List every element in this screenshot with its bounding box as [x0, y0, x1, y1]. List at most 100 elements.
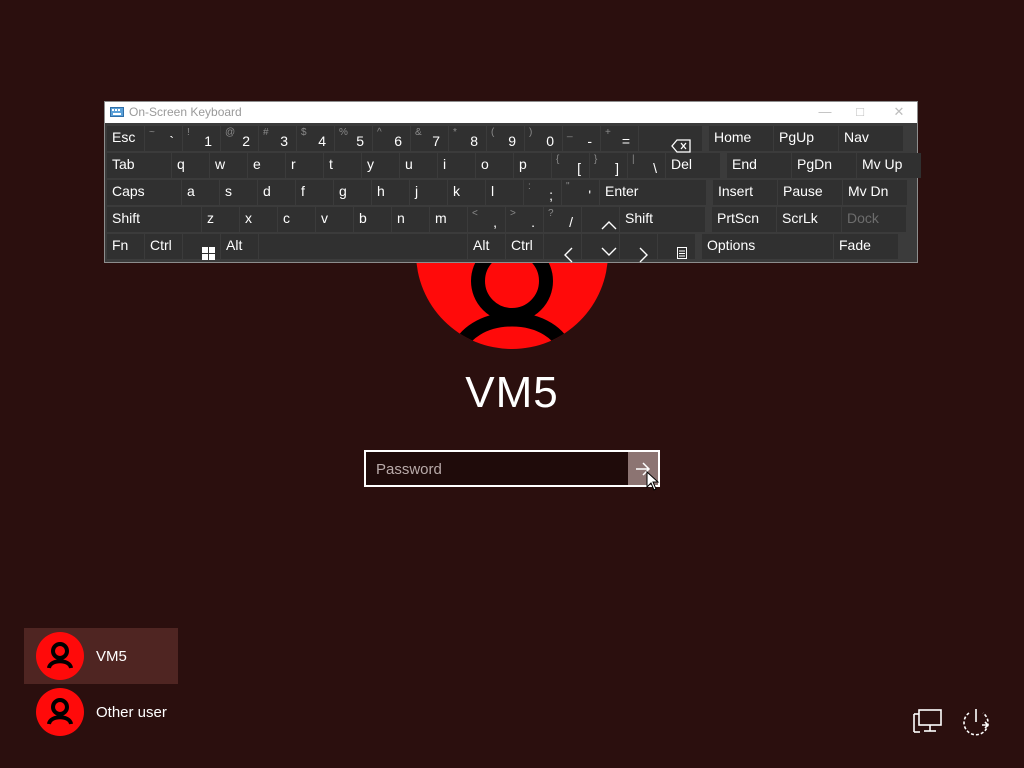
- key-6[interactable]: ^ 6: [373, 126, 410, 151]
- key-m[interactable]: m: [430, 207, 467, 232]
- user-list-item-other-user[interactable]: Other user: [24, 684, 178, 740]
- key-z[interactable]: z: [202, 207, 239, 232]
- key-caps[interactable]: Caps: [107, 180, 181, 205]
- key-k[interactable]: k: [448, 180, 485, 205]
- key-win[interactable]: [183, 234, 220, 260]
- key-v[interactable]: v: [316, 207, 353, 232]
- key-7[interactable]: & 7: [411, 126, 448, 151]
- key-fn[interactable]: Fn: [107, 234, 144, 259]
- key-f[interactable]: f: [296, 180, 333, 205]
- key-label: Ctrl: [150, 237, 172, 253]
- key-shift-label: ^: [377, 127, 382, 138]
- key-home[interactable]: Home: [709, 126, 773, 151]
- key-l[interactable]: l: [486, 180, 523, 205]
- osk-title-bar[interactable]: On-Screen Keyboard — □ ✕: [105, 102, 917, 123]
- key-lctrl[interactable]: Ctrl: [145, 234, 182, 259]
- key-g[interactable]: g: [334, 180, 371, 205]
- key-end[interactable]: End: [727, 153, 791, 178]
- key-scrlk[interactable]: ScrLk: [777, 207, 841, 232]
- key-shift-label: >: [510, 208, 516, 219]
- key-pgup[interactable]: PgUp: [774, 126, 838, 151]
- key-up[interactable]: [582, 207, 619, 232]
- network-icon[interactable]: [912, 706, 944, 738]
- key-nav[interactable]: Nav: [839, 126, 903, 151]
- key-3[interactable]: #3: [259, 126, 296, 151]
- minimize-button[interactable]: —: [814, 103, 836, 121]
- key-a[interactable]: a: [182, 180, 219, 205]
- key-8[interactable]: * 8: [449, 126, 486, 151]
- key-comma[interactable]: <,: [468, 207, 505, 232]
- key-pgdn[interactable]: PgDn: [792, 153, 856, 178]
- key-4[interactable]: $4: [297, 126, 334, 151]
- key-w[interactable]: w: [210, 153, 247, 178]
- key-q[interactable]: q: [172, 153, 209, 178]
- key-n[interactable]: n: [392, 207, 429, 232]
- key-shift-label: +: [605, 127, 611, 138]
- key-9[interactable]: (9: [487, 126, 524, 151]
- key-r[interactable]: r: [286, 153, 323, 178]
- key-slash[interactable]: ? /: [544, 207, 581, 232]
- key-mvdn[interactable]: Mv Dn: [843, 180, 907, 205]
- key-0[interactable]: ) 0: [525, 126, 562, 151]
- key-o[interactable]: o: [476, 153, 513, 178]
- key-label: w: [215, 156, 226, 172]
- key-semicolon[interactable]: :;: [524, 180, 561, 205]
- key-u[interactable]: u: [400, 153, 437, 178]
- key-label: 6: [394, 133, 402, 149]
- power-icon[interactable]: [960, 706, 992, 738]
- key-i[interactable]: i: [438, 153, 475, 178]
- key-options[interactable]: Options: [702, 234, 833, 259]
- key-p[interactable]: p: [514, 153, 551, 178]
- key-label: v: [321, 210, 328, 226]
- key-lalt[interactable]: Alt: [221, 234, 258, 259]
- key-tilde[interactable]: ~ `: [145, 126, 182, 151]
- password-input[interactable]: [374, 452, 628, 487]
- close-button[interactable]: ✕: [888, 103, 910, 121]
- key-s[interactable]: s: [220, 180, 257, 205]
- key-rbracket[interactable]: }]: [590, 153, 627, 178]
- key-ralt[interactable]: Alt: [468, 234, 505, 259]
- user-icon: [47, 642, 73, 669]
- key-1[interactable]: ! 1: [183, 126, 220, 151]
- key-y[interactable]: y: [362, 153, 399, 178]
- key-lbracket[interactable]: {[: [552, 153, 589, 178]
- key-insert[interactable]: Insert: [713, 180, 777, 205]
- key-backspace[interactable]: [639, 126, 702, 153]
- key-label: 8: [470, 133, 478, 149]
- key-x[interactable]: x: [240, 207, 277, 232]
- key-right[interactable]: [620, 234, 657, 262]
- user-list-item-vm5[interactable]: VM5: [24, 628, 178, 684]
- key-period[interactable]: >.: [506, 207, 543, 232]
- key-2[interactable]: @2: [221, 126, 258, 151]
- key-e[interactable]: e: [248, 153, 285, 178]
- key-space[interactable]: [259, 234, 467, 259]
- key-rctrl[interactable]: Ctrl: [506, 234, 543, 259]
- key-fade[interactable]: Fade: [834, 234, 898, 259]
- key-pause[interactable]: Pause: [778, 180, 842, 205]
- key-prtscn[interactable]: PrtScn: [712, 207, 776, 232]
- key-c[interactable]: c: [278, 207, 315, 232]
- key-mvup[interactable]: Mv Up: [857, 153, 921, 178]
- key-t[interactable]: t: [324, 153, 361, 178]
- key-5[interactable]: % 5: [335, 126, 372, 151]
- key-rshift[interactable]: Shift: [620, 207, 705, 232]
- key-b[interactable]: b: [354, 207, 391, 232]
- key-enter[interactable]: Enter: [600, 180, 706, 205]
- key-label: ,: [493, 214, 497, 230]
- maximize-button[interactable]: □: [849, 103, 871, 121]
- key-lshift[interactable]: Shift: [107, 207, 201, 232]
- key-menu[interactable]: [658, 234, 695, 259]
- key-tab[interactable]: Tab: [107, 153, 171, 178]
- key-j[interactable]: j: [410, 180, 447, 205]
- key-del[interactable]: Del: [666, 153, 720, 178]
- key-d[interactable]: d: [258, 180, 295, 205]
- key-h[interactable]: h: [372, 180, 409, 205]
- key-esc[interactable]: Esc: [107, 126, 144, 151]
- key-backslash[interactable]: | \: [628, 153, 665, 178]
- key-dock[interactable]: Dock: [842, 207, 906, 232]
- key-quote[interactable]: " ': [562, 180, 599, 205]
- key-left[interactable]: [544, 234, 581, 262]
- key-equals[interactable]: + =: [601, 126, 638, 151]
- key-minus[interactable]: _ -: [563, 126, 600, 151]
- key-down[interactable]: [582, 234, 619, 259]
